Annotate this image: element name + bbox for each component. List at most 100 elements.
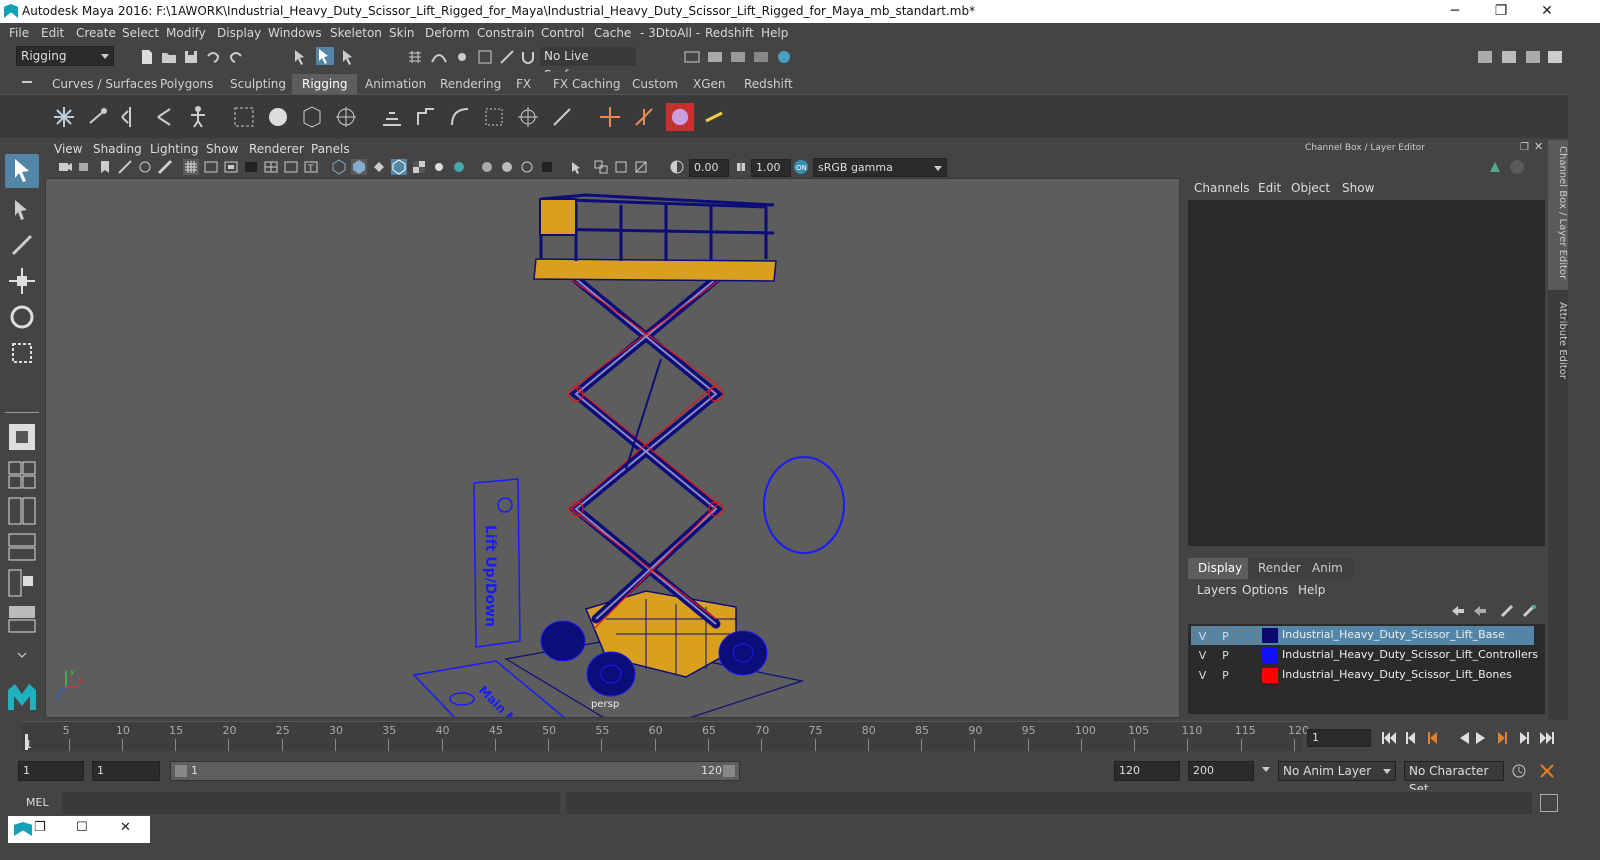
cb-menu-object[interactable]: Object xyxy=(1291,181,1330,195)
layer-color-swatch[interactable] xyxy=(1262,648,1278,663)
shadows-icon[interactable] xyxy=(451,159,467,175)
menu-display[interactable]: Display xyxy=(217,26,261,40)
channel-box-area[interactable] xyxy=(1188,200,1545,546)
minimize-button[interactable]: ─ xyxy=(1432,0,1478,23)
le-menu-layers[interactable]: Layers xyxy=(1197,583,1237,597)
undo-icon[interactable] xyxy=(204,48,222,66)
animation-preferences-icon[interactable] xyxy=(1538,762,1556,780)
chevron-down-icon[interactable] xyxy=(1262,767,1270,772)
select-component-icon[interactable] xyxy=(340,48,358,66)
menu-select[interactable]: Select xyxy=(122,26,159,40)
exposure-field[interactable]: 0.00 xyxy=(689,159,729,177)
vp-menu-lighting[interactable]: Lighting xyxy=(150,142,199,156)
ik-handle-icon[interactable] xyxy=(380,105,404,129)
snap-live-icon[interactable] xyxy=(498,48,516,66)
use-default-material-icon[interactable] xyxy=(371,159,387,175)
four-pane-layout-icon[interactable] xyxy=(5,458,39,492)
perspective-viewport[interactable]: Main Move Lift Up/Down y x z persp xyxy=(45,178,1180,718)
channel-box-sync-icon[interactable] xyxy=(1510,160,1524,174)
aim-constraint-icon[interactable] xyxy=(550,105,574,129)
layer-color-swatch[interactable] xyxy=(1262,628,1278,643)
new-layer-from-selection-icon[interactable] xyxy=(1522,604,1538,618)
tab-xgen[interactable]: XGen xyxy=(683,74,736,94)
mirror-joint-icon[interactable] xyxy=(118,105,142,129)
float-panel-icon[interactable]: ❐ xyxy=(1520,142,1529,153)
menu-deform[interactable]: Deform xyxy=(425,26,470,40)
animation-end-field[interactable]: 200 xyxy=(1188,761,1254,781)
select-object-icon[interactable] xyxy=(316,47,334,65)
paint-skin-weights-icon[interactable] xyxy=(266,105,290,129)
tab-custom[interactable]: Custom xyxy=(622,74,688,94)
move-layer-down-icon[interactable] xyxy=(1472,604,1488,618)
xray-active-components-icon[interactable] xyxy=(613,159,629,175)
insert-joint-icon[interactable] xyxy=(86,105,110,129)
tab-attribute-editor[interactable]: Attribute Editor xyxy=(1548,296,1568,406)
move-tool-icon[interactable] xyxy=(5,264,39,298)
anim-layer-dropdown[interactable]: No Anim Layer xyxy=(1278,761,1396,781)
tab-rendering[interactable]: Rendering xyxy=(430,74,511,94)
shelf-menu-icon[interactable] xyxy=(20,75,34,89)
maya-home-icon[interactable] xyxy=(5,680,39,714)
render-frame-icon[interactable] xyxy=(706,48,724,66)
maximize-button[interactable]: ❐ xyxy=(1478,0,1524,23)
ipr-render-icon[interactable] xyxy=(729,48,747,66)
tab-sculpting[interactable]: Sculpting xyxy=(220,74,296,94)
layer-row[interactable]: V P Industrial_Heavy_Duty_Scissor_Lift_B… xyxy=(1191,626,1534,645)
restore-icon[interactable]: ❐ xyxy=(34,820,46,835)
tab-animation[interactable]: Animation xyxy=(355,74,436,94)
menu-help[interactable]: Help xyxy=(761,26,788,40)
menu-constrain[interactable]: Constrain xyxy=(477,26,535,40)
camera-attributes-icon[interactable] xyxy=(77,159,93,175)
playback-end-field[interactable]: 120 xyxy=(1114,761,1180,781)
snap-point-icon[interactable] xyxy=(453,48,471,66)
depth-of-field-icon[interactable] xyxy=(539,159,555,175)
command-language-label[interactable]: MEL xyxy=(26,796,49,809)
tab-fx[interactable]: FX xyxy=(506,74,541,94)
motion-blur-icon[interactable] xyxy=(499,159,515,175)
tab-curves-surfaces[interactable]: Curves / Surfaces xyxy=(42,74,167,94)
camera-select-icon[interactable] xyxy=(57,159,73,175)
layer-playback-toggle[interactable]: P xyxy=(1217,648,1234,663)
gamma-icon[interactable] xyxy=(733,159,749,175)
menu-control[interactable]: Control xyxy=(541,26,584,40)
point-constraint-icon[interactable] xyxy=(516,105,540,129)
snap-grid-icon[interactable] xyxy=(406,48,424,66)
layer-row[interactable]: V P Industrial_Heavy_Duty_Scissor_Lift_C… xyxy=(1191,646,1538,665)
range-slider[interactable]: 1 120 xyxy=(170,761,740,781)
grease-pencil-icon[interactable] xyxy=(157,159,173,175)
menuset-dropdown[interactable]: Rigging xyxy=(16,46,114,66)
tab-fx-caching[interactable]: FX Caching xyxy=(543,74,630,94)
tab-display-layers[interactable]: Display xyxy=(1188,558,1253,579)
vp-menu-panels[interactable]: Panels xyxy=(311,142,350,156)
layer-visibility-toggle[interactable]: V xyxy=(1194,628,1211,643)
hypershade-icon[interactable] xyxy=(775,48,793,66)
screen-space-ao-icon[interactable] xyxy=(479,159,495,175)
select-tool-icon[interactable] xyxy=(5,154,39,188)
close-button[interactable]: ✕ xyxy=(1524,0,1570,23)
wrap-deformer-icon[interactable] xyxy=(702,105,726,129)
layer-display-type-toggle[interactable] xyxy=(1240,648,1257,663)
vp-menu-show[interactable]: Show xyxy=(206,142,238,156)
gamma-field[interactable]: 1.00 xyxy=(751,159,791,177)
cb-menu-edit[interactable]: Edit xyxy=(1258,181,1281,195)
maya-window-icon[interactable] xyxy=(14,822,32,836)
save-scene-icon[interactable] xyxy=(182,48,200,66)
orient-joint-icon[interactable] xyxy=(152,105,176,129)
layer-row[interactable]: V P Industrial_Heavy_Duty_Scissor_Lift_B… xyxy=(1191,666,1534,685)
lasso-tool-icon[interactable] xyxy=(5,192,39,226)
tab-channel-box-layer-editor[interactable]: Channel Box / Layer Editor xyxy=(1548,140,1568,290)
ik-spline-icon[interactable] xyxy=(414,105,438,129)
menu-modify[interactable]: Modify xyxy=(166,26,206,40)
layer-display-type-toggle[interactable] xyxy=(1240,628,1257,643)
current-frame-field[interactable]: 1 xyxy=(1307,729,1371,747)
gate-mask-icon[interactable] xyxy=(243,159,259,175)
menu-file[interactable]: File xyxy=(9,26,29,40)
playback-start-field[interactable]: 1 xyxy=(92,761,160,781)
snap-curve-icon[interactable] xyxy=(430,48,448,66)
close-icon[interactable]: ✕ xyxy=(120,820,131,835)
wireframe-on-shaded-icon[interactable] xyxy=(391,159,407,175)
cluster-icon[interactable] xyxy=(334,105,358,129)
safe-action-icon[interactable] xyxy=(283,159,299,175)
move-layer-up-icon[interactable] xyxy=(1450,604,1466,618)
menu-edit[interactable]: Edit xyxy=(41,26,64,40)
